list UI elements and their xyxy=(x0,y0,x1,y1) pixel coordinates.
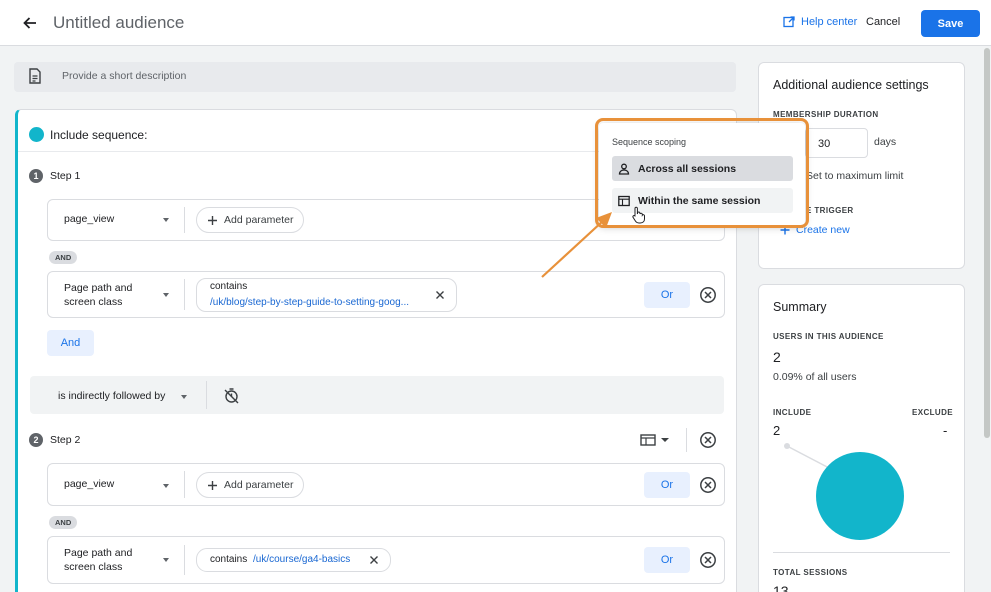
step-number-badge: 1 xyxy=(29,169,43,183)
open-in-new-icon xyxy=(783,16,795,28)
or-button[interactable]: Or xyxy=(644,547,690,573)
highlight-box xyxy=(595,118,809,228)
and-pill: AND xyxy=(49,516,78,529)
remove-circle-icon[interactable] xyxy=(699,476,717,494)
annotation-arrow xyxy=(538,200,618,280)
step-label: Step 1 xyxy=(50,170,81,182)
trigger-caption: E TRIGGER xyxy=(806,206,854,215)
include-value: 2 xyxy=(773,423,781,438)
followed-by-select[interactable]: is indirectly followed by xyxy=(58,390,165,402)
dimension-select[interactable]: page_view xyxy=(64,213,114,225)
dropdown-arrow-icon[interactable] xyxy=(163,218,169,222)
dimension-select[interactable]: page_view xyxy=(64,478,114,490)
include-indicator xyxy=(29,127,44,142)
step-number-badge: 2 xyxy=(29,433,43,447)
summary-title: Summary xyxy=(773,300,827,314)
save-button[interactable]: Save xyxy=(921,10,980,37)
include-sequence-title: Include sequence: xyxy=(50,128,148,142)
users-percent: 0.09% of all users xyxy=(773,371,857,383)
description-placeholder: Provide a short description xyxy=(62,70,187,82)
condition-value: /uk/blog/step-by-step-guide-to-setting-g… xyxy=(210,297,409,308)
add-parameter-label: Add parameter xyxy=(224,214,294,226)
settings-title: Additional audience settings xyxy=(773,78,929,92)
document-icon xyxy=(28,68,42,84)
remove-circle-icon[interactable] xyxy=(699,551,717,569)
exclude-caption: EXCLUDE xyxy=(912,408,954,417)
sessions-caption: TOTAL SESSIONS xyxy=(773,568,848,577)
include-circle xyxy=(816,452,904,540)
sessions-value: 13 xyxy=(773,583,789,592)
timer-off-icon[interactable] xyxy=(223,387,240,404)
dimension-select[interactable]: Page path and screen class xyxy=(64,281,164,309)
page-title: Untitled audience xyxy=(53,13,185,32)
add-parameter-button[interactable]: Add parameter xyxy=(196,472,305,498)
condition-row xyxy=(47,463,725,506)
plus-icon xyxy=(207,215,218,226)
include-caption: INCLUDE xyxy=(773,408,812,417)
scrollbar[interactable] xyxy=(984,48,990,438)
remove-circle-icon[interactable] xyxy=(699,431,717,449)
dropdown-arrow-icon[interactable] xyxy=(163,558,169,562)
operator-label: contains xyxy=(210,554,248,565)
dropdown-arrow-icon[interactable] xyxy=(163,293,169,297)
max-limit-checkbox-label[interactable]: Set to maximum limit xyxy=(806,170,903,182)
duration-unit: days xyxy=(874,136,897,148)
session-scope-icon[interactable] xyxy=(640,433,672,447)
cancel-button[interactable]: Cancel xyxy=(866,16,900,28)
remove-circle-icon[interactable] xyxy=(699,286,717,304)
divider xyxy=(184,207,185,233)
help-center-label: Help center xyxy=(801,16,858,28)
divider xyxy=(206,381,207,409)
add-parameter-label: Add parameter xyxy=(224,479,294,491)
dropdown-arrow-icon[interactable] xyxy=(163,484,169,488)
divider xyxy=(184,471,185,498)
and-button[interactable]: And xyxy=(47,330,94,356)
divider xyxy=(686,428,687,452)
operator-label: contains xyxy=(210,281,248,292)
users-value: 2 xyxy=(773,349,781,365)
plus-icon xyxy=(207,480,218,491)
back-arrow-icon[interactable] xyxy=(18,11,42,35)
dimension-select[interactable]: Page path and screen class xyxy=(64,546,164,574)
duration-input[interactable]: 30 xyxy=(805,128,868,158)
dropdown-arrow-icon[interactable] xyxy=(181,395,187,399)
or-button[interactable]: Or xyxy=(644,472,690,498)
close-icon[interactable] xyxy=(435,290,445,300)
users-caption: USERS IN THIS AUDIENCE xyxy=(773,332,884,341)
help-center-link[interactable]: Help center xyxy=(783,16,857,28)
add-parameter-button[interactable]: Add parameter xyxy=(196,207,305,233)
divider xyxy=(184,545,185,575)
step-label: Step 2 xyxy=(50,434,81,446)
condition-value: /uk/course/ga4-basics xyxy=(253,554,351,565)
or-button[interactable]: Or xyxy=(644,282,690,308)
summary-panel xyxy=(758,284,965,592)
exclude-value: - xyxy=(943,423,948,438)
divider xyxy=(184,279,185,310)
and-pill: AND xyxy=(49,251,78,264)
divider xyxy=(773,552,950,553)
close-icon[interactable] xyxy=(369,555,379,565)
